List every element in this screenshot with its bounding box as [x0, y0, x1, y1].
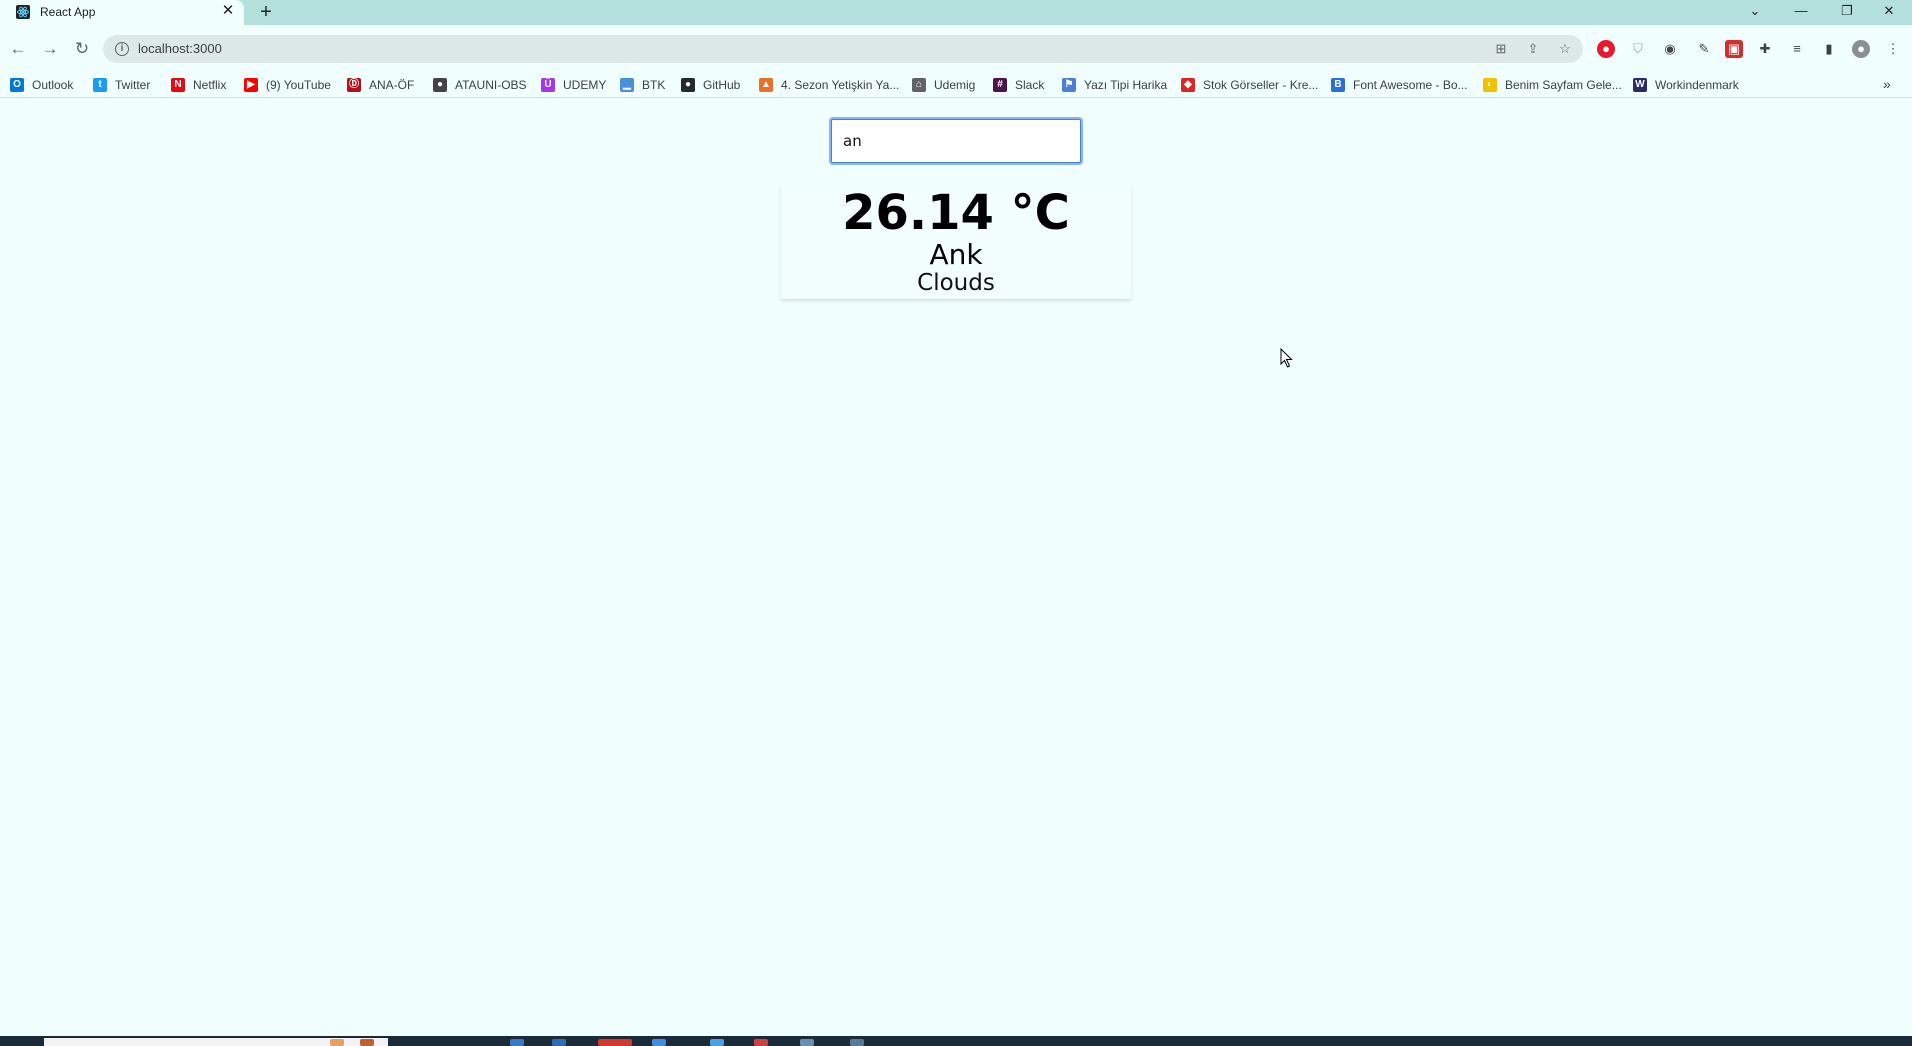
- reload-icon[interactable]: ↻: [70, 37, 94, 61]
- red-extension-icon[interactable]: ▣: [1725, 40, 1743, 58]
- bookmark-label: Netflix: [193, 78, 227, 92]
- site-info-icon[interactable]: i: [115, 42, 129, 56]
- netflix-icon: N: [171, 78, 185, 92]
- bookmark-label: (9) YouTube: [266, 78, 331, 92]
- tab-strip: React App ✕ + ⌄ — ❐ ✕: [0, 0, 1912, 25]
- udemig-icon: ⌂: [912, 78, 926, 92]
- udemy-icon: Ü: [541, 78, 555, 92]
- bookmark-label: Twitter: [115, 78, 151, 92]
- flag-icon: ⚑: [1062, 78, 1076, 92]
- taskbar-app-icon[interactable]: [598, 1039, 632, 1046]
- bookmark-item[interactable]: B Font Awesome - Bo...: [1331, 76, 1468, 94]
- menu-dots-icon[interactable]: ⋮: [1884, 40, 1902, 58]
- taskbar-app-icon[interactable]: [800, 1039, 814, 1046]
- anaof-icon: Ⓓ: [347, 78, 361, 92]
- taskbar-app-icon[interactable]: [360, 1039, 374, 1046]
- puzzle-icon[interactable]: ✚: [1756, 40, 1774, 58]
- react-icon: [16, 5, 30, 19]
- slack-icon: #: [993, 78, 1007, 92]
- bookmark-label: Udemig: [934, 78, 976, 92]
- bookmark-item[interactable]: t Twitter: [93, 76, 150, 94]
- twitter-icon: t: [93, 78, 107, 92]
- bookmark-label: Outlook: [32, 78, 74, 92]
- workindenmark-icon: W: [1633, 78, 1647, 92]
- opera-extension-icon[interactable]: ●: [1597, 40, 1615, 58]
- bookmark-item[interactable]: ● GitHub: [681, 76, 740, 94]
- share-icon[interactable]: ⇪: [1524, 40, 1542, 58]
- bookmark-item[interactable]: ◆ Stok Görseller - Kre...: [1181, 76, 1318, 94]
- side-panel-icon[interactable]: ▮: [1820, 40, 1838, 58]
- weather-card: 26.14 °C Ank Clouds: [781, 183, 1131, 299]
- mouse-cursor-icon: [1280, 348, 1293, 368]
- url-text[interactable]: localhost:3000: [138, 41, 222, 56]
- youtube-icon: ▶: [244, 78, 258, 92]
- bookmark-item[interactable]: Ü UDEMY: [541, 76, 606, 94]
- bookmark-label: BTK: [642, 78, 666, 92]
- bootstrap-icon: B: [1331, 78, 1345, 92]
- forward-icon[interactable]: →: [38, 37, 62, 61]
- bookmark-item[interactable]: ▶ (9) YouTube: [244, 76, 331, 94]
- media-icon[interactable]: ≡: [1788, 40, 1806, 58]
- weather-condition: Clouds: [917, 270, 995, 296]
- bookmark-label: ANA-ÖF: [369, 78, 415, 92]
- taskbar-app-icon[interactable]: [552, 1039, 566, 1046]
- bookmark-item[interactable]: ⚑ Yazı Tipi Harika: [1062, 76, 1167, 94]
- sezon-icon: ▲: [759, 78, 773, 92]
- bookmark-label: Yazı Tipi Harika: [1084, 78, 1168, 92]
- taskbar-app-icon[interactable]: [850, 1039, 864, 1046]
- bookmark-star-icon[interactable]: ☆: [1556, 40, 1574, 58]
- bookmark-item[interactable]: ▁ BTK: [620, 76, 665, 94]
- address-bar[interactable]: i localhost:3000 ⊞ ⇪ ☆: [103, 35, 1583, 63]
- bookmark-label: ATAUNI-OBS: [455, 78, 527, 92]
- restore-button[interactable]: ❐: [1824, 0, 1870, 22]
- bookmark-label: Slack: [1015, 78, 1045, 92]
- bookmark-label: UDEMY: [563, 78, 607, 92]
- atauni-icon: ●: [433, 78, 447, 92]
- bookmarks-bar: O Outlook t Twitter N Netflix ▶ (9) YouTube Ⓓ ANA…: [0, 72, 1912, 98]
- taskbar-app-icon[interactable]: [710, 1039, 724, 1046]
- bookmark-item[interactable]: ◐ Benim Sayfam Gele...: [1483, 76, 1622, 94]
- city-search-input[interactable]: [829, 117, 1083, 165]
- picker-extension-icon[interactable]: ✎: [1695, 40, 1713, 58]
- bookmark-item[interactable]: N Netflix: [171, 76, 226, 94]
- browser-toolbar: ← → ↻ i localhost:3000 ⊞ ⇪ ☆ ● ⛉ ◉ ✎ ▣ ✚…: [0, 25, 1912, 72]
- globe-extension-icon[interactable]: ◉: [1661, 40, 1679, 58]
- bookmark-label: Workindenmark: [1655, 78, 1739, 92]
- stok-icon: ◆: [1181, 78, 1195, 92]
- taskbar-app-icon[interactable]: [330, 1039, 344, 1046]
- bookmark-item[interactable]: Ⓓ ANA-ÖF: [347, 76, 414, 94]
- outlook-icon: O: [10, 78, 24, 92]
- bookmark-item[interactable]: ▲ 4. Sezon Yetişkin Ya...: [759, 76, 899, 94]
- more-bookmarks-icon[interactable]: »: [1883, 76, 1891, 92]
- tab-title: React App: [40, 5, 96, 19]
- btk-icon: ▁: [620, 78, 634, 92]
- bookmark-label: GitHub: [703, 78, 741, 92]
- bookmark-label: Benim Sayfam Gele...: [1505, 78, 1622, 92]
- github-icon: ●: [681, 78, 695, 92]
- close-tab-icon[interactable]: ✕: [219, 2, 237, 20]
- new-tab-button[interactable]: +: [255, 1, 277, 23]
- bookmark-label: 4. Sezon Yetişkin Ya...: [781, 78, 900, 92]
- bookmark-item[interactable]: ⌂ Udemig: [912, 76, 975, 94]
- bookmark-label: Font Awesome - Bo...: [1353, 78, 1468, 92]
- profile-avatar[interactable]: ●: [1852, 40, 1870, 58]
- os-taskbar: [0, 1036, 1912, 1046]
- translate-icon[interactable]: ⊞: [1492, 40, 1510, 58]
- bookmark-item[interactable]: W Workindenmark: [1633, 76, 1739, 94]
- benim-icon: ◐: [1483, 78, 1497, 92]
- taskbar-app-icon[interactable]: [754, 1039, 768, 1046]
- bookmark-item[interactable]: # Slack: [993, 76, 1044, 94]
- browser-tab[interactable]: React App ✕: [0, 0, 244, 25]
- back-icon[interactable]: ←: [6, 37, 30, 61]
- taskbar-app-icon[interactable]: [652, 1039, 666, 1046]
- taskbar-app-icon[interactable]: [510, 1039, 524, 1046]
- minimize-button[interactable]: —: [1778, 0, 1824, 22]
- bookmark-item[interactable]: ● ATAUNI-OBS: [433, 76, 527, 94]
- bookmark-item[interactable]: O Outlook: [10, 76, 73, 94]
- close-window-button[interactable]: ✕: [1866, 0, 1912, 22]
- tab-search-icon[interactable]: ⌄: [1732, 0, 1778, 22]
- bookmark-label: Stok Görseller - Kre...: [1203, 78, 1319, 92]
- shield-extension-icon[interactable]: ⛉: [1629, 40, 1647, 58]
